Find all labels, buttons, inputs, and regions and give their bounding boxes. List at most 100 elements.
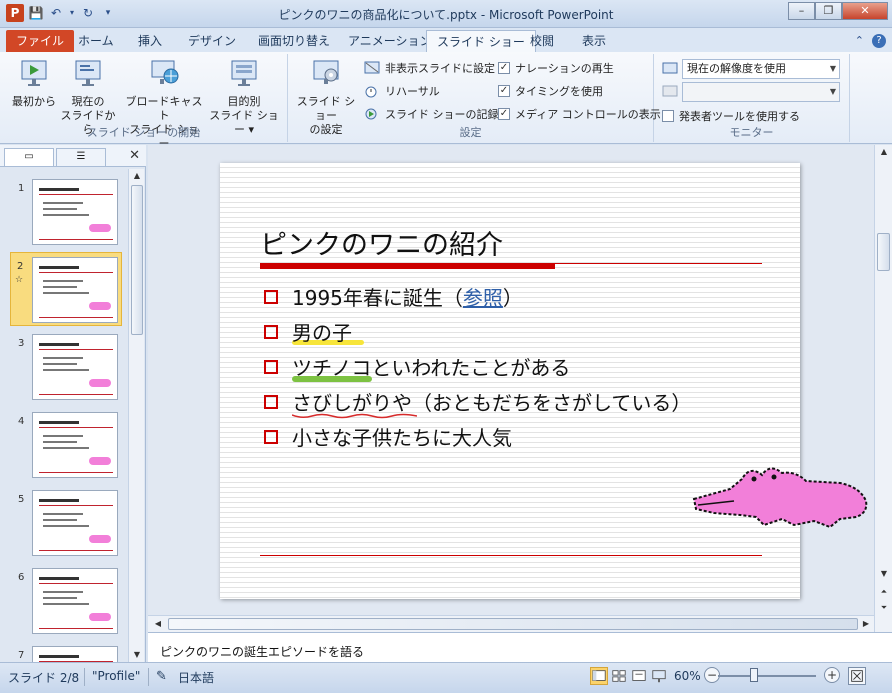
slide-thumbnail[interactable]: 1 (0, 175, 126, 249)
thumbnail-preview (32, 334, 118, 400)
bullet-list[interactable]: 1995年春に誕生（ 参照） 男の子 ツチノコといわれたことがある さびしがりや（… (264, 279, 691, 454)
slides-pane: ▭ ☰ ✕ 1 2 ☆ 3 4 5 6 7 ▲ ▼ (0, 145, 146, 693)
ribbon-tabs: ファイル ホーム 挿入 デザイン 画面切り替え アニメーション スライド ショー… (0, 28, 892, 52)
thumbnail-number: 5 (18, 494, 25, 505)
record-slideshow-button[interactable]: スライド ショーの記録 ▾ (364, 104, 508, 124)
play-narration-checkbox[interactable]: ✓ ナレーションの再生 (498, 58, 614, 78)
scroll-left-icon[interactable]: ◀ (150, 617, 166, 631)
tab-insert[interactable]: 挿入 (128, 30, 172, 52)
notes-text[interactable]: ピンクのワニの誕生エピソードを語る (160, 643, 364, 660)
from-beginning-button[interactable]: 最初から (10, 58, 58, 109)
spelling-icon[interactable]: ✎ (156, 669, 167, 684)
horizontal-scrollbar[interactable]: ◀ ▶ (148, 615, 874, 632)
thumbnail-number: 4 (18, 416, 25, 427)
language[interactable]: 日本語 (178, 669, 214, 686)
minimize-button[interactable]: – (788, 2, 815, 20)
reference-link[interactable]: 参照 (463, 282, 503, 311)
slideshow-view-icon (652, 670, 666, 683)
tab-home[interactable]: ホーム (68, 30, 124, 52)
scroll-down-icon[interactable]: ▼ (129, 648, 145, 662)
resolution-icon (662, 62, 678, 74)
reading-view-icon (632, 670, 646, 681)
notes-pane[interactable]: ピンクのワニの誕生エピソードを語る (148, 632, 892, 662)
previous-slide-icon[interactable]: ⏶ (875, 585, 892, 599)
group-label-monitors: モニター (729, 126, 774, 139)
slide-sorter-button[interactable] (610, 667, 628, 685)
scroll-right-icon[interactable]: ▶ (858, 617, 874, 631)
from-current-slide-icon (75, 60, 101, 86)
bullet-item: 男の子 (264, 314, 691, 349)
scroll-down-icon[interactable]: ▼ (875, 567, 892, 581)
close-icon[interactable]: ✕ (129, 148, 140, 163)
group-label-start: スライド ショーの開始 (86, 126, 201, 139)
slides-tab[interactable]: ▭ (4, 148, 54, 166)
normal-view-button[interactable] (590, 667, 608, 685)
slide-thumbnail[interactable]: 3 (0, 330, 126, 404)
show-media-controls-checkbox[interactable]: ✓ メディア コントロールの表示 (498, 104, 661, 124)
reading-view-button[interactable] (630, 667, 648, 685)
chevron-down-icon: ▼ (829, 87, 836, 96)
zoom-in-button[interactable]: + (824, 667, 840, 683)
ribbon-controls: ⌃ ? (855, 34, 886, 48)
minimize-ribbon-icon[interactable]: ⌃ (855, 34, 864, 48)
hscroll-thumb[interactable] (168, 618, 858, 630)
thumbnails-scrollbar[interactable]: ▲ ▼ (128, 169, 144, 662)
ribbon: 最初から 現在の スライドから ブロードキャスト スライド ショー 目的別 スラ… (0, 52, 892, 150)
tab-review[interactable]: 校閲 (520, 30, 564, 52)
theme-name: "Profile" (92, 669, 141, 683)
slide-title[interactable]: ピンクのワニの紹介 (260, 223, 503, 262)
window-controls: – ❐ ✕ (788, 2, 888, 20)
pink-crocodile-image[interactable] (690, 455, 870, 535)
bullet-box-icon (264, 289, 278, 304)
bullet-box-icon (264, 429, 278, 444)
show-media-controls-check[interactable]: ✓ (498, 108, 510, 120)
window-title: ピンクのワニの商品化について.pptx - Microsoft PowerPoi… (278, 8, 614, 22)
hide-slide-button[interactable]: 非表示スライドに設定 (364, 58, 495, 78)
close-button[interactable]: ✕ (842, 2, 888, 20)
resolution-dropdown[interactable]: 現在の解像度を使用 ▼ (682, 59, 840, 79)
help-icon[interactable]: ? (872, 34, 886, 48)
use-timings-checkbox[interactable]: ✓ タイミングを使用 (498, 81, 603, 101)
slide-thumbnail[interactable]: 2 ☆ (10, 252, 122, 326)
show-on-dropdown[interactable]: ▼ (682, 82, 840, 102)
thumbnail-preview (32, 412, 118, 478)
rehearse-timings-button[interactable]: リハーサル (364, 81, 440, 101)
scroll-thumb[interactable] (131, 185, 143, 335)
scroll-thumb[interactable] (877, 233, 890, 271)
slide-thumbnail[interactable]: 4 (0, 408, 126, 482)
zoom-level[interactable]: 60% (674, 669, 701, 683)
bullet-text: 男の子 (292, 321, 352, 345)
tab-transitions[interactable]: 画面切り替え (248, 30, 340, 52)
tab-design[interactable]: デザイン (178, 30, 246, 52)
group-label-setup: 設定 (459, 126, 482, 139)
custom-slideshow-icon (231, 60, 257, 86)
status-bar: スライド 2/8 "Profile" ✎ 日本語 60% − + (0, 662, 892, 693)
zoom-slider[interactable] (718, 675, 816, 677)
restore-button[interactable]: ❐ (815, 2, 842, 20)
presenter-view-check[interactable] (662, 110, 674, 122)
slide-scrollbar[interactable]: ▲ ▼ ⏶ ⏷ (874, 145, 892, 632)
bullet-item: ツチノコといわれたことがある (264, 349, 691, 384)
slide-canvas[interactable]: ピンクのワニの紹介 1995年春に誕生（ 参照） 男の子 ツチノコといわれたことが… (220, 163, 868, 599)
tab-file[interactable]: ファイル (6, 30, 75, 52)
slide-thumbnail[interactable]: 5 (0, 486, 126, 560)
next-slide-icon[interactable]: ⏷ (875, 601, 892, 615)
presenter-view-checkbox[interactable]: 発表者ツールを使用する (662, 106, 800, 126)
thumbnail-preview (32, 568, 118, 634)
scroll-up-icon[interactable]: ▲ (129, 169, 145, 183)
outline-tab[interactable]: ☰ (56, 148, 106, 166)
title-divider-thick (260, 263, 555, 269)
fit-to-window-button[interactable] (848, 667, 866, 685)
broadcast-icon (151, 60, 179, 84)
group-monitors: 現在の解像度を使用 ▼ ▼ 発表者ツールを使用する モニター (654, 54, 850, 142)
slide-thumbnail[interactable]: 6 (0, 564, 126, 638)
slideshow-view-button[interactable] (650, 667, 668, 685)
use-timings-check[interactable]: ✓ (498, 85, 510, 97)
tab-view[interactable]: 表示 (572, 30, 616, 52)
vertical-scrollbar[interactable]: ▲ ▼ ⏶ ⏷ (874, 145, 892, 632)
play-narration-check[interactable]: ✓ (498, 62, 510, 74)
zoom-slider-knob[interactable] (750, 668, 758, 682)
scroll-up-icon[interactable]: ▲ (875, 145, 892, 159)
monitor-icon (662, 85, 678, 97)
rehearse-icon (365, 86, 377, 98)
